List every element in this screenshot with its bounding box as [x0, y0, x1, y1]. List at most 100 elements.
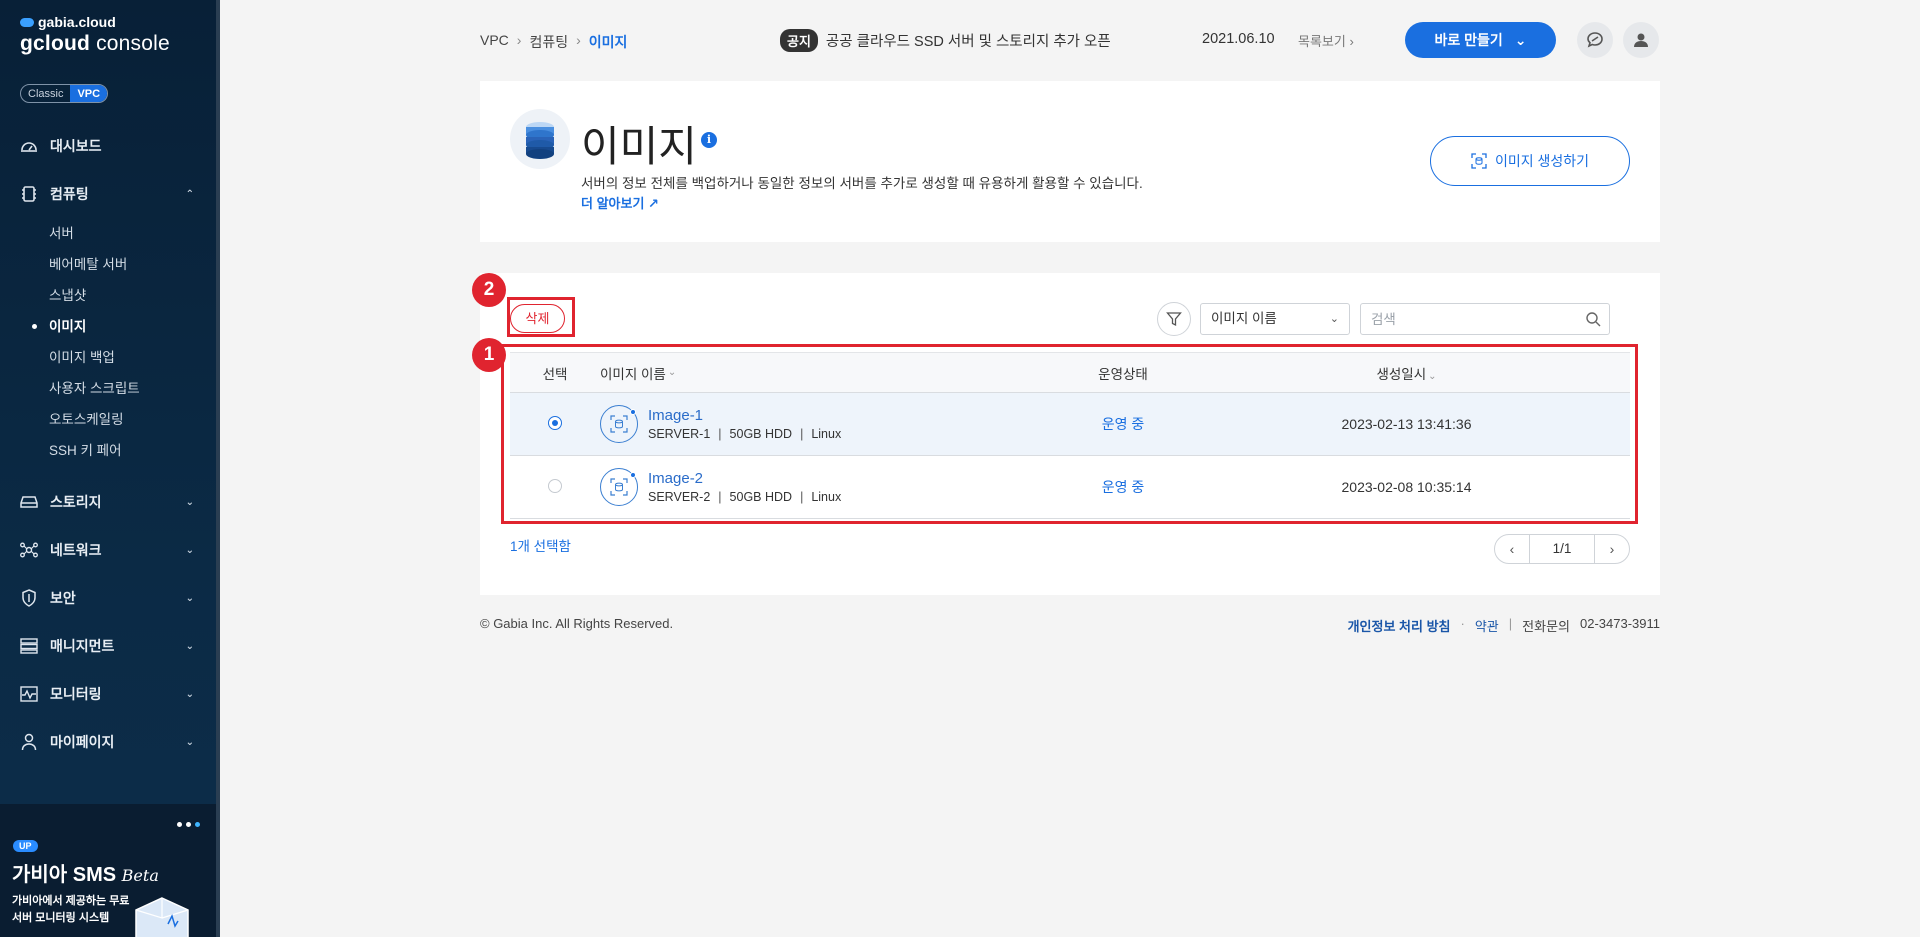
notice-list-link[interactable]: 목록보기 ›	[1298, 31, 1354, 50]
sidebar-item-computing[interactable]: 컴퓨팅 ⌃	[0, 170, 216, 218]
search-icon[interactable]	[1585, 311, 1601, 327]
sidebar-item-label: 보안	[50, 590, 76, 606]
topbar: VPC › 컴퓨팅 › 이미지 공지 공공 클라우드 SSD 서버 및 스토리지…	[480, 20, 1662, 60]
sidebar-item-label: 매니지먼트	[50, 638, 115, 654]
sidebar-item-label: 모니터링	[50, 686, 102, 702]
database-stack-icon	[510, 109, 570, 169]
create-image-button[interactable]: 이미지 생성하기	[1430, 136, 1630, 186]
sidebar-item-label: 스토리지	[50, 494, 102, 510]
pagination: ‹ 1/1 ›	[1494, 534, 1630, 564]
phone-number: 02-3473-3911	[1580, 616, 1660, 631]
search-field-select-value: 이미지 이름	[1211, 311, 1277, 326]
page-indicator: 1/1	[1529, 535, 1595, 563]
sidebar-item-dashboard[interactable]: 대시보드	[0, 122, 216, 170]
chevron-down-icon: ⌄	[185, 640, 194, 652]
next-page-button[interactable]: ›	[1595, 541, 1629, 557]
chevron-down-icon: ⌄	[185, 688, 194, 700]
chip-icon	[20, 185, 38, 203]
promo-title-suffix: Beta	[121, 866, 159, 885]
phone-label: 전화문의	[1522, 619, 1570, 634]
dashboard-icon	[20, 137, 38, 155]
chevron-right-icon: ›	[576, 32, 581, 48]
privacy-policy-link[interactable]: 개인정보 처리 방침	[1348, 616, 1451, 635]
search-input[interactable]	[1361, 304, 1571, 334]
classic-vpc-toggle[interactable]: Classic VPC	[20, 84, 109, 103]
sidebar-item-monitoring[interactable]: 모니터링 ⌄	[0, 670, 216, 718]
search-box	[1360, 303, 1610, 335]
learn-more-link[interactable]: 더 알아보기 ↗	[581, 193, 659, 212]
create-image-label: 이미지 생성하기	[1494, 153, 1590, 169]
shield-icon	[20, 589, 38, 607]
filter-button[interactable]	[1157, 302, 1191, 336]
sidebar-item-security[interactable]: 보안 ⌄	[0, 574, 216, 622]
promo-description: 가비아에서 제공하는 무료 서버 모니터링 시스템	[12, 895, 130, 924]
chevron-down-icon: ⌄	[185, 496, 194, 508]
notice-text[interactable]: 공공 클라우드 SSD 서버 및 스토리지 추가 오픈	[826, 30, 1111, 51]
up-badge: UP	[13, 840, 38, 852]
quick-create-button[interactable]: 바로 만들기 ⌄	[1405, 22, 1556, 58]
sidebar-item-network[interactable]: 네트워크 ⌄	[0, 526, 216, 574]
external-link-icon: ↗	[648, 196, 659, 211]
notice-date: 2021.06.10	[1202, 31, 1275, 47]
brand-main-rest: console	[90, 32, 170, 55]
submenu-item-autoscaling[interactable]: 오토스케일링	[49, 404, 216, 435]
chat-icon	[1587, 32, 1603, 48]
filter-icon	[1166, 312, 1182, 327]
annotation-badge-2: 2	[472, 273, 506, 307]
sidebar: gabia.cloud gcloud console Classic VPC 대…	[0, 0, 220, 937]
submenu-item-image-backup[interactable]: 이미지 백업	[49, 342, 216, 373]
toggle-vpc[interactable]: VPC	[70, 85, 108, 102]
image-scan-icon	[1471, 153, 1487, 169]
user-menu-button[interactable]	[1623, 22, 1659, 58]
annotation-box-2	[507, 297, 575, 337]
management-icon	[20, 637, 38, 655]
computing-submenu: 서버 베어메탈 서버 스냅샷 이미지 이미지 백업 사용자 스크립트 오토스케일…	[0, 218, 216, 466]
submenu-item-image[interactable]: 이미지	[32, 311, 216, 342]
storage-icon	[20, 493, 38, 511]
sidebar-item-label: 마이페이지	[50, 734, 115, 750]
monitoring-icon	[20, 685, 38, 703]
brand-main-bold: gcloud	[20, 32, 91, 55]
submenu-item-user-script[interactable]: 사용자 스크립트	[49, 373, 216, 404]
chevron-down-icon: ⌄	[1329, 313, 1339, 325]
breadcrumb-computing[interactable]: 컴퓨팅	[529, 32, 568, 52]
promo-title: 가비아 SMS Beta	[12, 864, 159, 886]
search-field-select[interactable]: 이미지 이름 ⌄	[1200, 303, 1350, 335]
chevron-down-icon: ⌄	[185, 592, 194, 604]
annotation-box-1	[501, 344, 1638, 524]
page-description: 서버의 정보 전체를 백업하거나 동일한 정보의 서버를 추가로 생성할 때 유…	[581, 176, 1143, 191]
sidebar-item-label: 대시보드	[50, 138, 102, 154]
submenu-item-snapshot[interactable]: 스냅샷	[49, 280, 216, 311]
brand-top-text: gabia.cloud	[38, 14, 116, 30]
selected-count: 1개 선택함	[510, 539, 571, 554]
submenu-item-server[interactable]: 서버	[49, 218, 216, 249]
footer-links: 개인정보 처리 방침 · 약관 | 전화문의 02-3473-3911	[1348, 616, 1660, 635]
toggle-classic[interactable]: Classic	[21, 85, 70, 102]
prev-page-button[interactable]: ‹	[1495, 541, 1529, 557]
footer-copyright: © Gabia Inc. All Rights Reserved.	[480, 616, 674, 631]
notice-banner[interactable]: 공지 공공 클라우드 SSD 서버 및 스토리지 추가 오픈	[780, 29, 1111, 52]
sidebar-item-management[interactable]: 매니지먼트 ⌄	[0, 622, 216, 670]
terms-link[interactable]: 약관	[1475, 616, 1499, 635]
feedback-button[interactable]	[1577, 22, 1613, 58]
promo-banner[interactable]: UP 가비아 SMS Beta 가비아에서 제공하는 무료 서버 모니터링 시스…	[0, 804, 216, 937]
carousel-dots[interactable]	[177, 822, 200, 827]
submenu-item-ssh-keypair[interactable]: SSH 키 페어	[49, 435, 216, 466]
chevron-down-icon: ⌄	[185, 736, 194, 748]
chevron-up-icon: ⌃	[185, 188, 194, 200]
network-icon	[20, 541, 38, 559]
brand-logo[interactable]: gabia.cloud gcloud console	[20, 14, 170, 56]
info-icon[interactable]: i	[701, 132, 717, 148]
sidebar-nav: 대시보드 컴퓨팅 ⌃ 서버 베어메탈 서버 스냅샷 이미지 이미지 백업 사용자…	[0, 122, 216, 766]
chevron-down-icon: ⌄	[185, 544, 194, 556]
sidebar-item-storage[interactable]: 스토리지 ⌄	[0, 478, 216, 526]
footer-separator: |	[1508, 616, 1513, 631]
user-icon	[20, 733, 38, 751]
cloud-logo-icon	[20, 17, 34, 27]
submenu-item-baremetal[interactable]: 베어메탈 서버	[49, 249, 216, 280]
user-icon	[1634, 33, 1648, 47]
sidebar-item-mypage[interactable]: 마이페이지 ⌄	[0, 718, 216, 766]
sidebar-item-label: 컴퓨팅	[50, 186, 89, 202]
breadcrumb-vpc[interactable]: VPC	[480, 32, 509, 52]
page-title: 이미지	[581, 123, 697, 170]
